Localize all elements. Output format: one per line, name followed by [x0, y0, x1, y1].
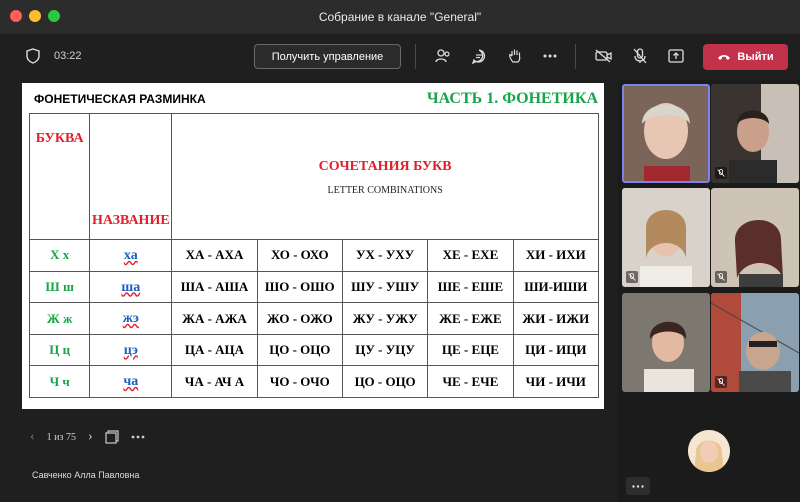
- letter-cell: Ж ж: [28, 302, 91, 335]
- toolbar-divider: [575, 44, 576, 69]
- combination-cell: ЖИ - ИЖИ: [512, 302, 600, 335]
- combination-cell: ЦЕ - ЕЦЕ: [427, 333, 514, 367]
- meeting-toolbar: 03:22 Получить управление Выйти: [0, 34, 800, 80]
- combination-cell: ЖА - АЖА: [171, 302, 258, 335]
- name-cell: ча: [89, 365, 173, 398]
- close-window-button[interactable]: [10, 10, 22, 22]
- toolbar-divider: [415, 44, 416, 69]
- slide-navigation: ‹ 1 из 75 ›: [30, 427, 145, 447]
- more-icon[interactable]: [540, 46, 560, 66]
- header-combinations: СОЧЕТАНИЯ БУКВ LETTER COMBINATIONS: [171, 112, 599, 241]
- table-row: Х х ха ХА - АХА ХО - ОХО УХ - УХУ ХЕ - ЕХЕ ХИ …: [28, 239, 600, 272]
- combination-cell: ЦА - АЦА: [171, 333, 258, 367]
- camera-off-icon[interactable]: [594, 46, 614, 66]
- combination-cell: ЦО - ОЦО: [256, 333, 343, 367]
- header-letter: БУКВА: [28, 112, 91, 241]
- combination-cell: ЦО - ОЦО: [341, 365, 429, 398]
- letter-cell: Х х: [28, 239, 91, 272]
- chat-icon[interactable]: [469, 46, 489, 66]
- combination-cell: ШУ - УШУ: [341, 270, 429, 304]
- combination-cell: ША - АША: [171, 270, 258, 304]
- grid-view-icon[interactable]: [105, 430, 119, 444]
- participant-video-tile[interactable]: [711, 188, 799, 287]
- maximize-window-button[interactable]: [48, 10, 60, 22]
- table-row: Ш ш ша ША - АША ШО - ОШО ШУ - УШУ ШЕ - ЕШЕ ШИ-…: [28, 270, 600, 304]
- table-row: Ж ж жэ ЖА - АЖА ЖО - ОЖО ЖУ - УЖУ ЖЕ - ЕЖЕ ЖИ …: [28, 302, 600, 335]
- request-control-button[interactable]: Получить управление: [254, 44, 401, 69]
- participant-video-tile[interactable]: [622, 293, 710, 392]
- mic-off-icon: [715, 167, 727, 179]
- more-icon[interactable]: [131, 435, 145, 439]
- presentation-slide: ФОНЕТИЧЕСКАЯ РАЗМИНКА ЧАСТЬ 1. ФОНЕТИКА …: [22, 83, 604, 409]
- mic-off-icon: [715, 271, 727, 283]
- more-options-button[interactable]: [626, 477, 650, 495]
- leave-button[interactable]: Выйти: [703, 44, 788, 70]
- leave-label: Выйти: [737, 51, 774, 63]
- presenter-name: Савченко Алла Павловна: [32, 470, 140, 480]
- combination-cell: ЦИ - ИЦИ: [512, 333, 600, 367]
- combination-cell: ЧО - ОЧО: [256, 365, 343, 398]
- table-row: Ц ц цэ ЦА - АЦА ЦО - ОЦО ЦУ - УЦУ ЦЕ - ЕЦЕ ЦИ …: [28, 333, 600, 367]
- combination-cell: ЧЕ - ЕЧЕ: [427, 365, 514, 398]
- slide-title: ФОНЕТИЧЕСКАЯ РАЗМИНКА: [34, 92, 206, 106]
- shield-icon[interactable]: [26, 48, 40, 64]
- name-cell: жэ: [89, 302, 173, 335]
- avatar-image: [688, 430, 730, 472]
- name-cell: цэ: [89, 333, 173, 367]
- table-row: Ч ч ча ЧА - АЧ А ЧО - ОЧО ЦО - ОЦО ЧЕ - ЕЧЕ ЧИ…: [28, 365, 600, 398]
- combination-cell: ЦУ - УЦУ: [341, 333, 429, 367]
- combination-cell: ШО - ОШО: [256, 270, 343, 304]
- chevron-right-icon[interactable]: ›: [88, 429, 93, 445]
- meeting-timer: 03:22: [54, 50, 82, 62]
- mic-off-icon[interactable]: [630, 46, 650, 66]
- phone-icon: [718, 55, 731, 60]
- letter-cell: Ц ц: [28, 333, 91, 367]
- meeting-window: Собрание в канале "General" 03:22 Получи…: [0, 0, 800, 502]
- name-cell: ша: [89, 270, 173, 304]
- name-cell: ха: [89, 239, 173, 272]
- combination-cell: ШЕ - ЕШЕ: [427, 270, 514, 304]
- combination-cell: ХЕ - ЕХЕ: [427, 239, 514, 272]
- combination-cell: ХА - АХА: [171, 239, 258, 272]
- mic-off-icon: [626, 271, 638, 283]
- combination-cell: ЧИ - ИЧИ: [512, 365, 600, 398]
- shared-content-area: ФОНЕТИЧЕСКАЯ РАЗМИНКА ЧАСТЬ 1. ФОНЕТИКА …: [0, 80, 618, 502]
- combination-cell: УХ - УХУ: [341, 239, 429, 272]
- raise-hand-icon[interactable]: [505, 46, 525, 66]
- page-indicator: 1 из 75: [46, 431, 76, 443]
- letter-cell: Ч ч: [28, 365, 91, 398]
- participant-video-tile[interactable]: [622, 84, 710, 183]
- chevron-left-icon[interactable]: ‹: [30, 429, 35, 445]
- video-feed: [624, 86, 708, 181]
- combination-cell: ХО - ОХО: [256, 239, 343, 272]
- combination-cell: ЧА - АЧ А: [171, 365, 258, 398]
- window-controls: [10, 10, 60, 22]
- combination-cell: ЖУ - УЖУ: [341, 302, 429, 335]
- more-icon: [632, 484, 644, 488]
- table-header-row: БУКВА НАЗВАНИЕ СОЧЕТАНИЯ БУКВ LETTER COM…: [28, 112, 599, 241]
- mic-off-icon: [715, 376, 727, 388]
- window-title: Собрание в канале "General": [318, 10, 482, 24]
- slide-part-title: ЧАСТЬ 1. ФОНЕТИКА: [426, 90, 598, 107]
- combination-cell: ХИ - ИХИ: [512, 239, 600, 272]
- header-name: НАЗВАНИЕ: [89, 112, 173, 241]
- people-icon[interactable]: [433, 46, 453, 66]
- title-bar: Собрание в канале "General": [0, 0, 800, 34]
- participant-video-tile[interactable]: [711, 293, 799, 392]
- participants-panel: [618, 80, 800, 502]
- combination-cell: ЖО - ОЖО: [256, 302, 343, 335]
- combination-cell: ШИ-ИШИ: [512, 270, 600, 304]
- share-icon[interactable]: [666, 46, 686, 66]
- participant-video-tile[interactable]: [711, 84, 799, 183]
- participant-video-tile[interactable]: [622, 188, 710, 287]
- video-feed: [622, 293, 710, 392]
- combination-cell: ЖЕ - ЕЖЕ: [427, 302, 514, 335]
- letter-cell: Ш ш: [28, 270, 91, 304]
- table-body: Х х ха ХА - АХА ХО - ОХО УХ - УХУ ХЕ - ЕХЕ ХИ …: [28, 239, 600, 398]
- avatar[interactable]: [688, 430, 730, 472]
- phonetics-table: БУКВА НАЗВАНИЕ СОЧЕТАНИЯ БУКВ LETTER COM…: [28, 112, 600, 398]
- minimize-window-button[interactable]: [29, 10, 41, 22]
